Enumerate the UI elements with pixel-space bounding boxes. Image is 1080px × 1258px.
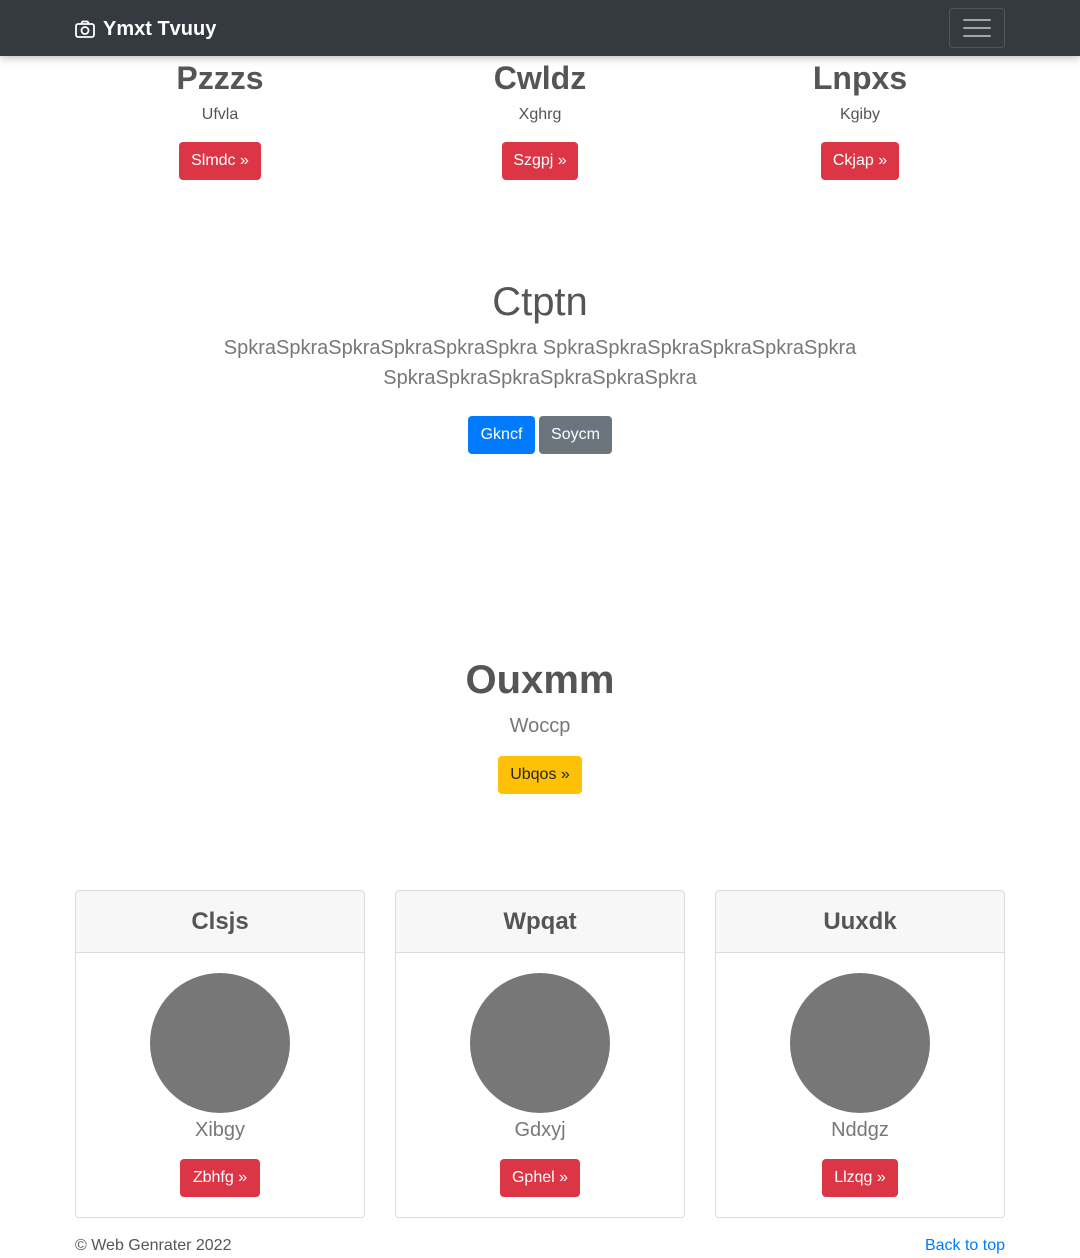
hamburger-menu-icon xyxy=(963,19,991,21)
feature-subtitle: Woccp xyxy=(509,715,571,737)
brand-link[interactable]: Ymxt Tvuuy xyxy=(75,16,216,42)
card-header: Wpqat xyxy=(396,891,684,953)
card-name: Gdxyj xyxy=(514,1119,566,1141)
card-button[interactable]: Zbhfg » xyxy=(180,1159,260,1197)
hamburger-line xyxy=(963,35,991,37)
column-button[interactable]: Slmdc » xyxy=(179,142,261,180)
brand-name: Ymxt Tvuuy xyxy=(103,17,217,40)
profile-card: Clsjs Xibgy Zbhfg » xyxy=(75,890,365,1218)
avatar xyxy=(470,973,610,1113)
card-name: Xibgy xyxy=(194,1119,246,1141)
camera-icon xyxy=(75,20,95,38)
column-subtitle: Kgiby xyxy=(839,106,881,123)
avatar xyxy=(150,973,290,1113)
card-button[interactable]: Gphel » xyxy=(500,1159,580,1197)
hero-text-line-1: SpkraSpkraSpkraSpkraSpkraSpkra SpkraSpkr… xyxy=(223,337,857,359)
hero-secondary-button[interactable]: Soycm xyxy=(539,416,612,454)
card-header: Clsjs xyxy=(76,891,364,953)
hamburger-line xyxy=(963,27,991,29)
column-button[interactable]: Szgpj » xyxy=(502,142,578,180)
back-to-top-link[interactable]: Back to top xyxy=(924,1236,1005,1256)
feature-title: Ouxmm xyxy=(465,658,615,702)
navbar: Ymxt Tvuuy xyxy=(0,0,1080,56)
feature-button[interactable]: Ubqos » xyxy=(498,756,582,794)
avatar xyxy=(790,973,930,1113)
column-title: Lnpxs xyxy=(812,60,908,96)
card-header: Uuxdk xyxy=(716,891,1004,953)
profile-card: Uuxdk Nddgz Llzqg » xyxy=(715,890,1005,1218)
footer-copyright: © Web Genrater 2022 xyxy=(75,1237,232,1254)
column-subtitle: Ufvla xyxy=(201,106,239,123)
card-name: Nddgz xyxy=(831,1119,889,1141)
column-title: Pzzzs xyxy=(176,60,264,96)
hero-title: Ctptn xyxy=(492,280,588,324)
column-button[interactable]: Ckjap » xyxy=(821,142,899,180)
profile-card: Wpqat Gdxyj Gphel » xyxy=(395,890,685,1218)
column-title: Cwldz xyxy=(493,60,587,96)
hero-text-line-2: SpkraSpkraSpkraSpkraSpkraSpkra xyxy=(383,367,697,389)
navbar-toggler-button[interactable] xyxy=(949,8,1005,48)
card-button[interactable]: Llzqg » xyxy=(822,1159,898,1197)
column-subtitle: Xghrg xyxy=(518,106,562,123)
hero-primary-button[interactable]: Gkncf xyxy=(468,416,535,454)
